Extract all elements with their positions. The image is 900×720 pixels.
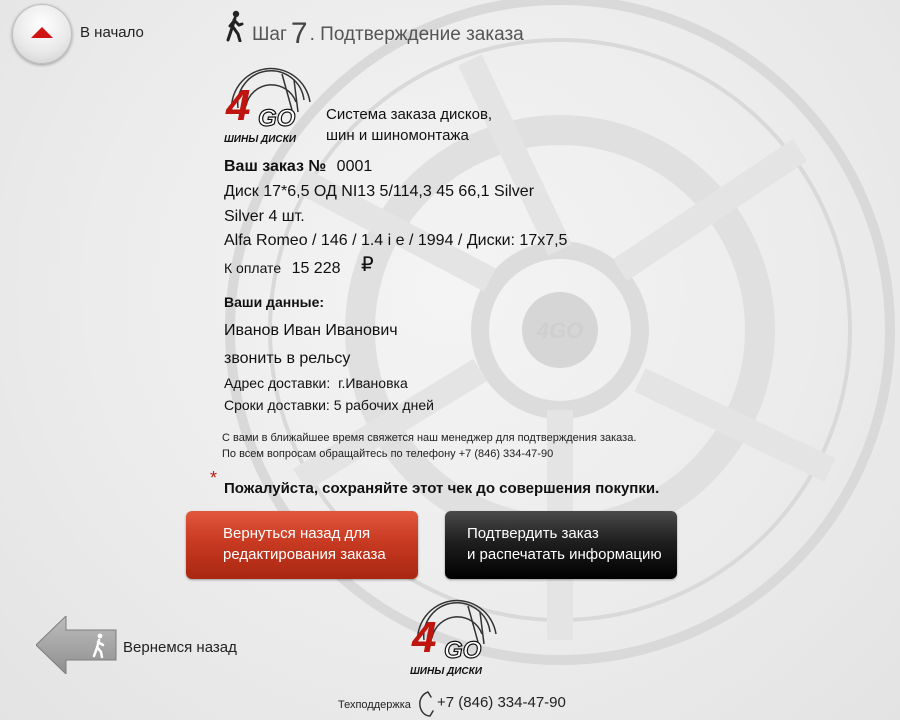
address-value: г.Ивановка xyxy=(338,375,408,391)
phone-icon xyxy=(419,691,434,717)
confirm-button-line-1: Подтвердить заказ xyxy=(467,525,599,542)
4go-logo: 4 GO ШИНЫ ДИСКИ xyxy=(224,67,311,145)
step-title-text: . Подтверждение заказа xyxy=(309,24,524,45)
address-label: Адрес доставки: xyxy=(224,375,331,391)
home-button[interactable] xyxy=(12,4,72,64)
svg-text:4: 4 xyxy=(411,613,436,662)
order-label: Ваш заказ № xyxy=(224,158,327,175)
customer-heading: Ваши данные: xyxy=(224,294,325,310)
support-phone: +7 (846) 334-47-90 xyxy=(437,694,566,711)
notice-line-2: По всем вопросам обращайтесь по телефону… xyxy=(222,448,554,460)
up-arrow-icon xyxy=(31,27,53,38)
confirm-button-line-2: и распечатать информацию xyxy=(467,546,662,563)
support-label: Техподдержка xyxy=(338,699,411,711)
order-item-line-2: Silver 4 шт. xyxy=(224,208,305,225)
asterisk-mark: * xyxy=(210,468,218,488)
back-label[interactable]: Вернемся назад xyxy=(123,639,237,656)
step-number: 7 xyxy=(290,17,308,50)
system-line-1: Система заказа дисков, xyxy=(326,106,493,123)
customer-name: Иванов Иван Иванович xyxy=(224,322,398,339)
order-number-row: Ваш заказ № 0001 xyxy=(224,158,372,176)
back-to-edit-button[interactable]: Вернуться назад для редактирования заказ… xyxy=(186,511,418,579)
logo-text: ШИНЫ ДИСКИ xyxy=(224,134,297,145)
step-prefix: Шаг xyxy=(252,24,287,45)
delivery-address-row: Адрес доставки: г.Ивановка xyxy=(224,375,408,391)
svg-text:4GO: 4GO xyxy=(536,318,583,343)
delivery-value: 5 рабочих дней xyxy=(333,397,434,413)
ruble-icon: ₽ xyxy=(360,254,374,276)
order-payment-row: К оплате 15 228 ₽ xyxy=(224,254,374,279)
system-description: Система заказа дисков, шин и шиномонтажа xyxy=(326,104,492,146)
home-label[interactable]: В начало xyxy=(80,24,144,41)
order-number: 0001 xyxy=(336,158,373,175)
4go-logo-bottom: 4 GO ШИНЫ ДИСКИ xyxy=(410,599,497,677)
back-arrow-icon[interactable] xyxy=(36,616,118,674)
walking-person-icon xyxy=(226,10,244,42)
logo-text-bottom: ШИНЫ ДИСКИ xyxy=(410,666,483,677)
order-item-line-1: Диск 17*6,5 ОД NI13 5/114,3 45 66,1 Silv… xyxy=(224,183,535,200)
order-car-line: Alfa Romeo / 146 / 1.4 i e / 1994 / Диск… xyxy=(224,232,568,249)
svg-text:4: 4 xyxy=(225,81,250,130)
confirm-print-button[interactable]: Подтвердить заказ и распечатать информац… xyxy=(445,511,677,579)
step-title: Шаг 7. Подтверждение заказа xyxy=(252,14,524,50)
delivery-label: Сроки доставки: xyxy=(224,397,330,413)
payment-label: К оплате xyxy=(224,260,282,276)
customer-contact: звонить в рельсу xyxy=(224,350,351,367)
payment-amount: 15 228 xyxy=(291,260,341,277)
delivery-time-row: Сроки доставки: 5 рабочих дней xyxy=(224,397,434,413)
svg-text:GO: GO xyxy=(444,637,482,664)
back-button-line-1: Вернуться назад для xyxy=(223,525,371,542)
svg-text:GO: GO xyxy=(258,105,296,132)
notice-line-1: С вами в ближайшее время свяжется наш ме… xyxy=(222,432,637,444)
back-button-line-2: редактирования заказа xyxy=(223,546,386,563)
keep-receipt-notice: Пожалуйста, сохраняйте этот чек до совер… xyxy=(224,480,660,497)
system-line-2: шин и шиномонтажа xyxy=(326,127,469,144)
